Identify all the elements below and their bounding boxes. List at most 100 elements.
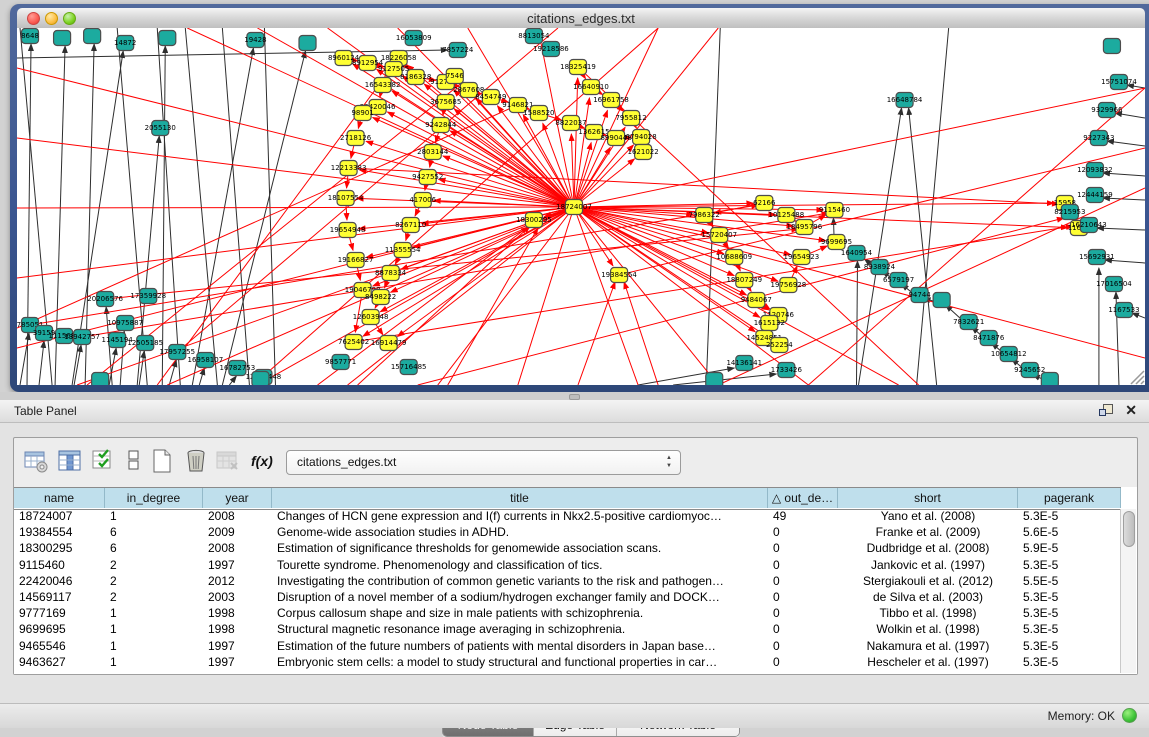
column-header-name[interactable]: name bbox=[14, 488, 105, 508]
close-icon[interactable]: ✕ bbox=[1125, 402, 1137, 418]
graph-node-98901[interactable]: 98901 bbox=[351, 106, 373, 121]
graph-node-19428[interactable]: 19428 bbox=[244, 33, 266, 48]
graph-node[interactable] bbox=[84, 29, 101, 44]
graph-node-15692931[interactable]: 15692931 bbox=[1079, 250, 1115, 265]
graph-node-1640954[interactable]: 1640954 bbox=[841, 246, 873, 261]
graph-node-19756928[interactable]: 19756928 bbox=[771, 278, 807, 293]
graph-node-1733426[interactable]: 1733426 bbox=[771, 363, 803, 378]
graph-node-12213383[interactable]: 12213383 bbox=[331, 161, 367, 176]
graph-node-94744[interactable]: 94744 bbox=[908, 288, 931, 303]
graph-node-16640910[interactable]: 16640910 bbox=[573, 80, 609, 95]
cell-in_degree: 6 bbox=[105, 524, 203, 540]
column-header-short[interactable]: short bbox=[838, 488, 1018, 508]
graph-node-9699695[interactable]: 9699695 bbox=[821, 235, 852, 250]
graph-node[interactable] bbox=[1041, 373, 1058, 386]
column-header-title[interactable]: title bbox=[272, 488, 768, 508]
table-settings-icon[interactable] bbox=[23, 448, 49, 474]
graph-node-label: 94744 bbox=[908, 291, 931, 299]
column-header-in_degree[interactable]: in_degree bbox=[105, 488, 203, 508]
graph-node-12093832[interactable]: 12093832 bbox=[1077, 163, 1113, 178]
graph-node[interactable] bbox=[299, 36, 316, 51]
graph-node-7986322[interactable]: 7986322 bbox=[689, 208, 720, 223]
graph-node-16914479[interactable]: 16914479 bbox=[371, 336, 407, 351]
vertical-scrollbar[interactable] bbox=[1120, 509, 1136, 673]
graph-node-10688609[interactable]: 10688609 bbox=[716, 250, 752, 265]
delete-table-icon[interactable] bbox=[183, 448, 209, 474]
graph-node-11355554[interactable]: 11355554 bbox=[385, 243, 421, 258]
cell-in_degree: 1 bbox=[105, 654, 203, 670]
table-row[interactable]: 977716911998Corpus callosum shape and si… bbox=[14, 605, 1121, 621]
column-header-year[interactable]: year bbox=[203, 488, 272, 508]
graph-node-19654948[interactable]: 19654948 bbox=[330, 223, 366, 238]
graph-node-2718126[interactable]: 2718126 bbox=[340, 131, 372, 146]
graph-node-9329966[interactable]: 9329966 bbox=[1091, 103, 1123, 118]
graph-node-label: 15692931 bbox=[1079, 253, 1115, 261]
table-row[interactable]: 1830029562008Estimation of significance … bbox=[14, 540, 1121, 556]
scrollbar-thumb[interactable] bbox=[1123, 511, 1135, 547]
graph-node-15751074[interactable]: 15751074 bbox=[1101, 75, 1137, 90]
graph-node-18107554[interactable]: 18107554 bbox=[328, 191, 364, 206]
graph-node-17359928[interactable]: 17359928 bbox=[130, 289, 166, 304]
select-columns-icon[interactable] bbox=[57, 448, 83, 474]
graph-node-16053809[interactable]: 16053809 bbox=[396, 31, 432, 46]
graph-node-9242844[interactable]: 9242844 bbox=[425, 118, 457, 133]
network-table-dropdown[interactable]: citations_edges.txt ▲▼ bbox=[286, 450, 681, 475]
table-row[interactable]: 1872400712008Changes of HCN gene express… bbox=[14, 508, 1121, 524]
graph-node-2055130[interactable]: 2055130 bbox=[145, 121, 176, 136]
table-row[interactable]: 911546021997Tourette syndrome. Phenomeno… bbox=[14, 557, 1121, 573]
graph-node-16961758[interactable]: 16961758 bbox=[593, 93, 629, 108]
network-window-titlebar[interactable]: citations_edges.txt bbox=[17, 8, 1145, 29]
graph-node[interactable] bbox=[252, 372, 269, 386]
graph-node-label: 19166827 bbox=[338, 256, 374, 264]
memory-status-indicator[interactable] bbox=[1122, 708, 1137, 723]
resize-grip[interactable] bbox=[1131, 371, 1144, 384]
graph-node[interactable] bbox=[933, 293, 950, 308]
graph-node[interactable] bbox=[159, 31, 176, 46]
table-row[interactable]: 946554611997Estimation of the future num… bbox=[14, 638, 1121, 654]
graph-node-7546[interactable]: 7546 bbox=[446, 69, 464, 84]
graph-node-12603948[interactable]: 12603948 bbox=[353, 310, 389, 325]
graph-node-14872[interactable]: 14872 bbox=[114, 36, 136, 51]
citation-network-graph[interactable]: 1872400718300295193845548960124891295418… bbox=[17, 28, 1145, 385]
column-header-pagerank[interactable]: pagerank bbox=[1018, 488, 1121, 508]
graph-node-8267110[interactable]: 8267110 bbox=[395, 218, 426, 233]
graph-node-16648784[interactable]: 16648784 bbox=[887, 93, 923, 108]
graph-node[interactable] bbox=[92, 373, 109, 386]
float-window-icon[interactable] bbox=[1099, 404, 1113, 418]
cell-title: Structural magnetic resonance image aver… bbox=[272, 621, 768, 637]
table-row[interactable]: 946362711997Embryonic stem cells: a mode… bbox=[14, 654, 1121, 670]
graph-node[interactable] bbox=[54, 31, 71, 46]
graph-node-62166[interactable]: 62166 bbox=[753, 196, 776, 211]
split-divider[interactable] bbox=[0, 392, 1149, 400]
graph-node-1167533[interactable]: 1167533 bbox=[1108, 303, 1139, 318]
table-row[interactable]: 1938455462009Genome-wide association stu… bbox=[14, 524, 1121, 540]
cell-short: Franke et al. (2009) bbox=[838, 524, 1018, 540]
graph-node-12444159[interactable]: 12444159 bbox=[1077, 188, 1113, 203]
graph-node[interactable] bbox=[706, 373, 723, 386]
graph-node-17016504[interactable]: 17016504 bbox=[1096, 277, 1132, 292]
table-row[interactable]: 2242004622012Investigating the contribut… bbox=[14, 573, 1121, 589]
graph-node-9857771[interactable]: 9857771 bbox=[325, 355, 356, 370]
graph-node-6794028[interactable]: 6794028 bbox=[625, 130, 656, 145]
column-header-out_de[interactable]: △ out_de… bbox=[768, 488, 838, 508]
select-rows-icon[interactable] bbox=[91, 448, 117, 474]
create-table-icon[interactable] bbox=[149, 448, 175, 474]
graph-node[interactable] bbox=[1103, 39, 1120, 54]
function-builder-icon[interactable]: f(x) bbox=[251, 453, 273, 469]
graph-node-18300295[interactable]: 18300295 bbox=[516, 213, 552, 228]
graph-node-18325419[interactable]: 18325419 bbox=[560, 60, 596, 75]
graph-node-7857224[interactable]: 7857224 bbox=[442, 43, 474, 58]
graph-node-7832621[interactable]: 7832621 bbox=[953, 315, 984, 330]
table-row[interactable]: 1456911722003Disruption of a novel membe… bbox=[14, 589, 1121, 605]
row-height-icon[interactable] bbox=[121, 448, 147, 474]
graph-node-15720407[interactable]: 15720407 bbox=[701, 228, 737, 243]
table-row[interactable]: 969969511998Structural magnetic resonanc… bbox=[14, 621, 1121, 637]
graph-node-10654812[interactable]: 10654812 bbox=[991, 347, 1027, 362]
graph-node-15716485[interactable]: 15716485 bbox=[391, 360, 427, 375]
graph-node-417006[interactable]: 417006 bbox=[409, 193, 436, 208]
graph-node-8648[interactable]: 8648 bbox=[21, 29, 39, 44]
graph-node-16543382[interactable]: 16543382 bbox=[365, 78, 401, 93]
graph-node-9227343[interactable]: 9227343 bbox=[1083, 131, 1114, 146]
graph-node-19384554[interactable]: 19384554 bbox=[601, 268, 637, 283]
network-canvas[interactable]: 1872400718300295193845548960124891295418… bbox=[17, 28, 1145, 385]
